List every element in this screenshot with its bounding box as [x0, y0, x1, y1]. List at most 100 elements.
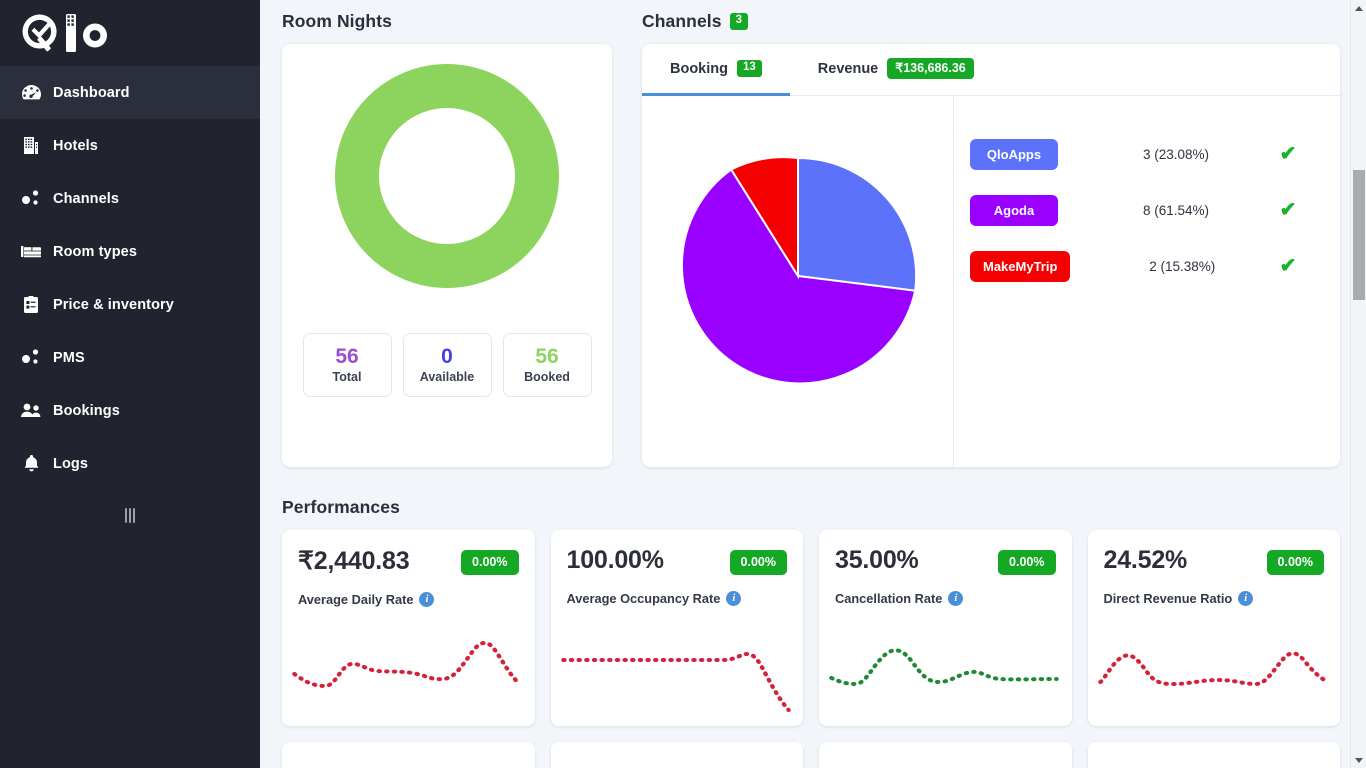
- info-icon[interactable]: i: [1238, 591, 1254, 606]
- stat-available: 0 Available: [402, 333, 492, 397]
- pie-svg: [680, 155, 917, 384]
- perf-card-next: [1087, 742, 1340, 768]
- dashboard-page: Dashboard Hotels Channels Room types Pri…: [0, 0, 1366, 768]
- tab-label: Revenue: [817, 60, 879, 77]
- sparkline-svg: [292, 641, 522, 689]
- perf-header: 100.00% 0.00%: [566, 546, 787, 575]
- perf-sparkline: [1096, 626, 1337, 712]
- sidebar-item-label: Dashboard: [53, 84, 130, 101]
- sparkline-svg: [1097, 651, 1330, 687]
- info-icon[interactable]: i: [948, 591, 964, 606]
- perf-card-direct-revenue-ratio: 24.52% 0.00% Direct Revenue Ratio i: [1087, 530, 1340, 726]
- perf-delta-badge: 0.00%: [461, 550, 519, 575]
- tab-revenue[interactable]: Revenue ₹136,686.36: [790, 44, 1002, 96]
- channel-row-makemytrip: MakeMyTrip 2 (15.38%) ✔: [970, 238, 1306, 294]
- perf-delta-badge: 0.00%: [1266, 550, 1324, 575]
- scrollbar-thumb[interactable]: [1353, 170, 1365, 300]
- bed-icon: [20, 243, 42, 261]
- perf-value: ₹2,440.83: [298, 547, 410, 575]
- channel-value: 8 (61.54%): [1142, 202, 1210, 218]
- app-logo[interactable]: [0, 0, 260, 66]
- sidebar-item-label: PMS: [53, 349, 85, 366]
- channel-chip[interactable]: MakeMyTrip: [970, 250, 1071, 282]
- room-nights-card: 56 Total 0 Available 56 Booked: [282, 44, 612, 467]
- info-icon[interactable]: i: [726, 591, 742, 606]
- channels-title: Channels 3: [642, 11, 1340, 32]
- perf-label-row: Average Daily Rate i: [298, 592, 519, 607]
- sidebar-item-label: Channels: [53, 190, 120, 207]
- scrollbar-down-button[interactable]: [1351, 752, 1366, 768]
- building-icon: [20, 137, 42, 155]
- sidebar-item-label: Room types: [53, 243, 137, 260]
- channel-row-agoda: Agoda 8 (61.54%) ✔: [970, 182, 1306, 238]
- sidebar-item-bookings[interactable]: Bookings: [0, 384, 260, 437]
- sidebar-item-room-types[interactable]: Room types: [0, 225, 260, 278]
- chevron-up-icon: [1354, 5, 1363, 11]
- users-icon: [20, 402, 42, 420]
- performances-grid-next-row: [282, 742, 1340, 768]
- nodes-icon: [20, 190, 42, 208]
- perf-card-next: [282, 742, 535, 768]
- perf-value: 100.00%: [566, 546, 664, 574]
- stat-value: 56: [335, 344, 359, 368]
- bell-icon: [20, 455, 42, 473]
- channels-tabs: Booking 13 Revenue ₹136,686.36: [642, 44, 1340, 96]
- perf-card-average-daily-rate: ₹2,440.83 0.00% Average Daily Rate i: [282, 530, 535, 726]
- room-nights-stats: 56 Total 0 Available 56 Booked: [302, 333, 592, 397]
- check-icon: ✔: [1279, 199, 1297, 221]
- sidebar-item-channels[interactable]: Channels: [0, 172, 260, 225]
- perf-header: 35.00% 0.00%: [835, 546, 1056, 575]
- perf-card-cancellation-rate: 35.00% 0.00% Cancellation Rate i: [819, 530, 1072, 726]
- sidebar-item-hotels[interactable]: Hotels: [0, 119, 260, 172]
- info-icon[interactable]: i: [419, 592, 435, 607]
- perf-label-row: Average Occupancy Rate i: [567, 591, 788, 606]
- room-nights-donut-chart: [335, 64, 559, 293]
- sidebar-nav: Dashboard Hotels Channels Room types Pri…: [0, 66, 260, 490]
- perf-label-row: Direct Revenue Ratio i: [1104, 591, 1325, 606]
- perf-label: Average Daily Rate: [298, 592, 414, 607]
- clipboard-icon: [20, 296, 42, 314]
- donut-svg: [335, 64, 559, 288]
- perf-header: ₹2,440.83 0.00%: [298, 546, 519, 576]
- sidebar-collapse-handle[interactable]: [0, 508, 260, 523]
- scrollbar-up-button[interactable]: [1351, 0, 1366, 16]
- sidebar-item-dashboard[interactable]: Dashboard: [0, 66, 260, 119]
- perf-label: Direct Revenue Ratio: [1103, 591, 1233, 606]
- nodes-icon: [20, 349, 42, 367]
- tab-booking[interactable]: Booking 13: [642, 44, 790, 96]
- channels-legend: QloApps 3 (23.08%) ✔ Agoda 8 (61.54%) ✔ …: [954, 96, 1340, 467]
- sidebar-item-label: Price & inventory: [53, 296, 174, 313]
- top-row: Room Nights 56 Total 0 Available 56 Book…: [282, 0, 1340, 467]
- tab-label: Booking: [670, 60, 728, 77]
- channels-body: QloApps 3 (23.08%) ✔ Agoda 8 (61.54%) ✔ …: [642, 96, 1340, 467]
- stat-label: Available: [419, 370, 475, 385]
- channels-section: Channels 3 Booking 13 Revenue ₹136,686.3…: [642, 11, 1340, 467]
- page-scrollbar[interactable]: [1350, 0, 1366, 768]
- sidebar-item-label: Logs: [53, 455, 89, 472]
- chevron-down-icon: [1355, 757, 1363, 763]
- channels-card: Booking 13 Revenue ₹136,686.36 QloApps 3…: [642, 44, 1340, 467]
- perf-sparkline: [290, 626, 531, 712]
- sidebar-item-label: Bookings: [53, 402, 120, 419]
- tab-badge: ₹136,686.36: [887, 57, 974, 80]
- perf-card-average-occupancy-rate: 100.00% 0.00% Average Occupancy Rate i: [550, 530, 803, 726]
- sidebar-item-pms[interactable]: PMS: [0, 331, 260, 384]
- perf-header: 24.52% 0.00%: [1104, 546, 1324, 575]
- stat-total: 56 Total: [302, 333, 392, 397]
- sidebar-item-logs[interactable]: Logs: [0, 437, 260, 490]
- channel-value: 2 (15.38%): [1149, 258, 1216, 274]
- channel-value: 3 (23.08%): [1142, 146, 1210, 162]
- channels-title-text: Channels: [642, 11, 722, 31]
- sidebar: Dashboard Hotels Channels Room types Pri…: [0, 0, 260, 768]
- perf-card-next: [819, 742, 1072, 768]
- perf-delta-badge: 0.00%: [998, 550, 1056, 575]
- sidebar-item-price-inventory[interactable]: Price & inventory: [0, 278, 260, 331]
- sidebar-item-label: Hotels: [53, 137, 98, 154]
- tab-badge: 13: [737, 60, 762, 77]
- qlo-logo-icon: [22, 14, 107, 52]
- channels-pie-chart: [642, 96, 954, 467]
- main-content: Room Nights 56 Total 0 Available 56 Book…: [260, 0, 1366, 768]
- perf-sparkline: [559, 626, 800, 712]
- channel-chip[interactable]: QloApps: [970, 138, 1058, 170]
- channel-chip[interactable]: Agoda: [970, 194, 1058, 226]
